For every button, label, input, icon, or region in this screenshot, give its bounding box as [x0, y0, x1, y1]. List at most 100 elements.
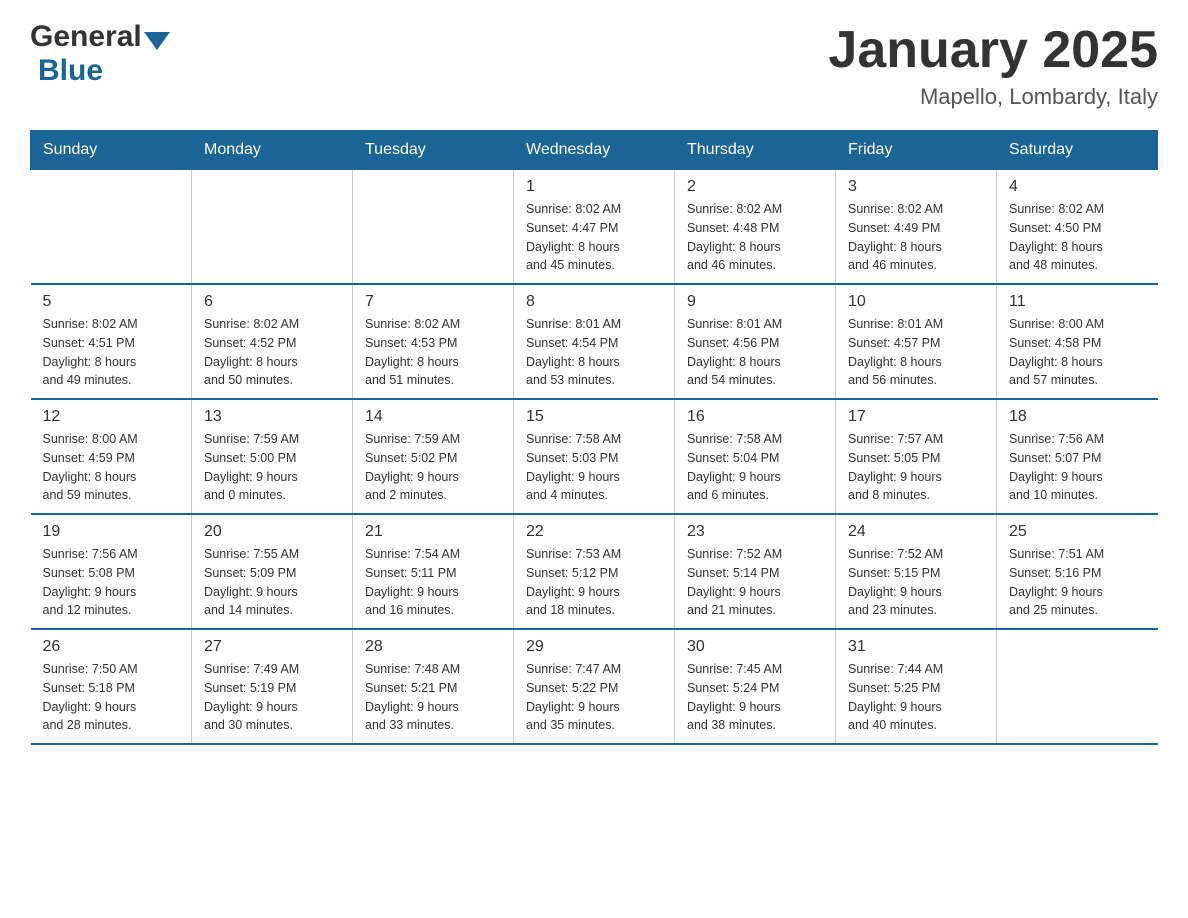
- calendar-week-row: 19 Sunrise: 7:56 AM Sunset: 5:08 PM Dayli…: [31, 514, 1158, 629]
- day-number: 15: [526, 408, 662, 426]
- calendar-cell: 4 Sunrise: 8:02 AM Sunset: 4:50 PM Daylig…: [997, 170, 1158, 285]
- day-info: Sunrise: 8:01 AM Sunset: 4:56 PM Dayligh…: [687, 315, 823, 390]
- day-number: 29: [526, 638, 662, 656]
- day-info: Sunrise: 7:47 AM Sunset: 5:22 PM Dayligh…: [526, 660, 662, 735]
- calendar-week-row: 26 Sunrise: 7:50 AM Sunset: 5:18 PM Dayli…: [31, 629, 1158, 744]
- day-info: Sunrise: 7:44 AM Sunset: 5:25 PM Dayligh…: [848, 660, 984, 735]
- calendar-week-row: 5Sunrise: 8:02 AM Sunset: 4:51 PM Daylig…: [31, 284, 1158, 399]
- calendar-cell: 12Sunrise: 8:00 AM Sunset: 4:59 PM Dayli…: [31, 399, 192, 514]
- calendar-cell: 16Sunrise: 7:58 AM Sunset: 5:04 PM Dayli…: [675, 399, 836, 514]
- day-number: 6: [204, 293, 340, 311]
- calendar-cell: 20 Sunrise: 7:55 AM Sunset: 5:09 PM Dayli…: [192, 514, 353, 629]
- calendar-week-row: 1 Sunrise: 8:02 AM Sunset: 4:47 PM Daylig…: [31, 170, 1158, 285]
- day-number: 7: [365, 293, 501, 311]
- day-info: Sunrise: 7:53 AM Sunset: 5:12 PM Dayligh…: [526, 545, 662, 620]
- calendar-cell: 14Sunrise: 7:59 AM Sunset: 5:02 PM Dayli…: [353, 399, 514, 514]
- day-info: Sunrise: 8:02 AM Sunset: 4:50 PM Dayligh…: [1009, 200, 1146, 275]
- calendar-cell: 15 Sunrise: 7:58 AM Sunset: 5:03 PM Dayli…: [514, 399, 675, 514]
- day-number: 23: [687, 523, 823, 541]
- calendar-cell: 9 Sunrise: 8:01 AM Sunset: 4:56 PM Daylig…: [675, 284, 836, 399]
- calendar-cell: 23 Sunrise: 7:52 AM Sunset: 5:14 PM Dayli…: [675, 514, 836, 629]
- calendar-cell: 6 Sunrise: 8:02 AM Sunset: 4:52 PM Daylig…: [192, 284, 353, 399]
- day-info: Sunrise: 7:45 AM Sunset: 5:24 PM Dayligh…: [687, 660, 823, 735]
- calendar-cell: 25 Sunrise: 7:51 AM Sunset: 5:16 PM Dayli…: [997, 514, 1158, 629]
- day-number: 22: [526, 523, 662, 541]
- calendar-cell: 21 Sunrise: 7:54 AM Sunset: 5:11 PM Dayli…: [353, 514, 514, 629]
- calendar-cell: 30 Sunrise: 7:45 AM Sunset: 5:24 PM Dayli…: [675, 629, 836, 744]
- day-info: Sunrise: 7:57 AM Sunset: 5:05 PM Dayligh…: [848, 430, 984, 505]
- day-info: Sunrise: 8:01 AM Sunset: 4:54 PM Dayligh…: [526, 315, 662, 390]
- day-number: 26: [43, 638, 180, 656]
- day-number: 21: [365, 523, 501, 541]
- logo-arrow-icon: [144, 32, 170, 50]
- day-number: 2: [687, 178, 823, 196]
- logo-blue-text: Blue: [38, 54, 103, 87]
- calendar-table: SundayMondayTuesdayWednesdayThursdayFrid…: [30, 130, 1158, 745]
- day-number: 19: [43, 523, 180, 541]
- day-info: Sunrise: 7:50 AM Sunset: 5:18 PM Dayligh…: [43, 660, 180, 735]
- calendar-cell: 24 Sunrise: 7:52 AM Sunset: 5:15 PM Dayli…: [836, 514, 997, 629]
- calendar-cell: [353, 170, 514, 285]
- calendar-cell: 13Sunrise: 7:59 AM Sunset: 5:00 PM Dayli…: [192, 399, 353, 514]
- day-info: Sunrise: 7:58 AM Sunset: 5:04 PM Dayligh…: [687, 430, 823, 505]
- header-row: SundayMondayTuesdayWednesdayThursdayFrid…: [31, 131, 1158, 170]
- day-number: 10: [848, 293, 984, 311]
- calendar-cell: 11Sunrise: 8:00 AM Sunset: 4:58 PM Dayli…: [997, 284, 1158, 399]
- day-number: 24: [848, 523, 984, 541]
- day-info: Sunrise: 7:56 AM Sunset: 5:08 PM Dayligh…: [43, 545, 180, 620]
- calendar-cell: 1 Sunrise: 8:02 AM Sunset: 4:47 PM Daylig…: [514, 170, 675, 285]
- day-info: Sunrise: 7:48 AM Sunset: 5:21 PM Dayligh…: [365, 660, 501, 735]
- day-info: Sunrise: 7:52 AM Sunset: 5:14 PM Dayligh…: [687, 545, 823, 620]
- calendar-cell: 3Sunrise: 8:02 AM Sunset: 4:49 PM Daylig…: [836, 170, 997, 285]
- day-info: Sunrise: 8:02 AM Sunset: 4:52 PM Dayligh…: [204, 315, 340, 390]
- day-number: 11: [1009, 293, 1146, 311]
- day-number: 8: [526, 293, 662, 311]
- calendar-cell: 28 Sunrise: 7:48 AM Sunset: 5:21 PM Dayli…: [353, 629, 514, 744]
- header-saturday: Saturday: [997, 131, 1158, 170]
- day-info: Sunrise: 8:02 AM Sunset: 4:51 PM Dayligh…: [43, 315, 180, 390]
- day-info: Sunrise: 7:51 AM Sunset: 5:16 PM Dayligh…: [1009, 545, 1146, 620]
- calendar-week-row: 12Sunrise: 8:00 AM Sunset: 4:59 PM Dayli…: [31, 399, 1158, 514]
- calendar-cell: [31, 170, 192, 285]
- header-thursday: Thursday: [675, 131, 836, 170]
- day-number: 14: [365, 408, 501, 426]
- day-info: Sunrise: 7:52 AM Sunset: 5:15 PM Dayligh…: [848, 545, 984, 620]
- calendar-cell: 8 Sunrise: 8:01 AM Sunset: 4:54 PM Daylig…: [514, 284, 675, 399]
- calendar-cell: 10Sunrise: 8:01 AM Sunset: 4:57 PM Dayli…: [836, 284, 997, 399]
- calendar-cell: 31 Sunrise: 7:44 AM Sunset: 5:25 PM Dayli…: [836, 629, 997, 744]
- day-info: Sunrise: 7:49 AM Sunset: 5:19 PM Dayligh…: [204, 660, 340, 735]
- day-number: 31: [848, 638, 984, 656]
- day-number: 28: [365, 638, 501, 656]
- calendar-header: SundayMondayTuesdayWednesdayThursdayFrid…: [31, 131, 1158, 170]
- day-number: 4: [1009, 178, 1146, 196]
- day-info: Sunrise: 8:02 AM Sunset: 4:53 PM Dayligh…: [365, 315, 501, 390]
- day-info: Sunrise: 8:02 AM Sunset: 4:47 PM Dayligh…: [526, 200, 662, 275]
- day-number: 25: [1009, 523, 1146, 541]
- day-number: 27: [204, 638, 340, 656]
- header-monday: Monday: [192, 131, 353, 170]
- day-info: Sunrise: 8:02 AM Sunset: 4:49 PM Dayligh…: [848, 200, 984, 275]
- calendar-cell: 27 Sunrise: 7:49 AM Sunset: 5:19 PM Dayli…: [192, 629, 353, 744]
- day-number: 9: [687, 293, 823, 311]
- day-info: Sunrise: 7:56 AM Sunset: 5:07 PM Dayligh…: [1009, 430, 1146, 505]
- day-info: Sunrise: 7:55 AM Sunset: 5:09 PM Dayligh…: [204, 545, 340, 620]
- calendar-cell: 29 Sunrise: 7:47 AM Sunset: 5:22 PM Dayli…: [514, 629, 675, 744]
- logo: General Blue: [30, 20, 170, 88]
- day-number: 17: [848, 408, 984, 426]
- calendar-cell: 5Sunrise: 8:02 AM Sunset: 4:51 PM Daylig…: [31, 284, 192, 399]
- day-number: 30: [687, 638, 823, 656]
- calendar-subtitle: Mapello, Lombardy, Italy: [828, 84, 1158, 110]
- day-info: Sunrise: 8:00 AM Sunset: 4:59 PM Dayligh…: [43, 430, 180, 505]
- day-info: Sunrise: 7:59 AM Sunset: 5:00 PM Dayligh…: [204, 430, 340, 505]
- day-number: 18: [1009, 408, 1146, 426]
- header-tuesday: Tuesday: [353, 131, 514, 170]
- day-number: 1: [526, 178, 662, 196]
- day-info: Sunrise: 7:58 AM Sunset: 5:03 PM Dayligh…: [526, 430, 662, 505]
- day-info: Sunrise: 7:54 AM Sunset: 5:11 PM Dayligh…: [365, 545, 501, 620]
- calendar-cell: 17 Sunrise: 7:57 AM Sunset: 5:05 PM Dayli…: [836, 399, 997, 514]
- title-section: January 2025 Mapello, Lombardy, Italy: [828, 20, 1158, 110]
- calendar-body: 1 Sunrise: 8:02 AM Sunset: 4:47 PM Daylig…: [31, 170, 1158, 745]
- logo-general-text: General: [30, 20, 142, 54]
- day-number: 20: [204, 523, 340, 541]
- calendar-cell: 22 Sunrise: 7:53 AM Sunset: 5:12 PM Dayli…: [514, 514, 675, 629]
